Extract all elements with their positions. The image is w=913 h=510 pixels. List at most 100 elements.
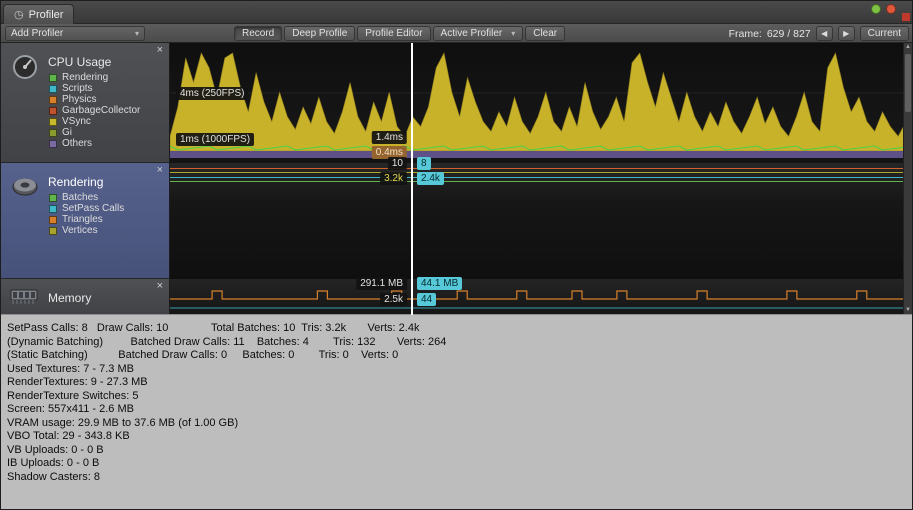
cpu-selected-time-badge: 1.4ms bbox=[371, 131, 407, 144]
window-title: Profiler bbox=[28, 8, 64, 21]
legend-item[interactable]: GarbageCollector bbox=[49, 105, 140, 116]
tab-profiler[interactable]: ◷ Profiler bbox=[3, 4, 75, 24]
stats-panel: SetPass Calls: 8 Draw Calls: 10 Total Ba… bbox=[1, 314, 912, 509]
rendering-chart[interactable] bbox=[170, 163, 904, 280]
cpu-grid-label-bottom: 1ms (1000FPS) bbox=[176, 133, 255, 146]
frame-controls: Frame: 629 / 827 ◀ ▶ Current bbox=[729, 26, 909, 41]
stats-line: (Dynamic Batching) Batched Draw Calls: 1… bbox=[7, 335, 447, 348]
add-profiler-dropdown[interactable]: Add Profiler ▾ bbox=[5, 26, 145, 41]
stats-line: RenderTextures: 9 - 27.3 MB bbox=[7, 376, 148, 388]
legend-label: SetPass Calls bbox=[62, 203, 125, 214]
add-profiler-label: Add Profiler bbox=[11, 28, 64, 39]
rendering-badge-setpass: 8 bbox=[417, 157, 431, 170]
legend-label: Others bbox=[62, 138, 93, 149]
active-profiler-dropdown[interactable]: Active Profiler ▾ bbox=[432, 26, 524, 41]
stats-line: VRAM usage: 29.9 MB to 37.6 MB (of 1.00 … bbox=[7, 416, 239, 429]
close-icon[interactable]: × bbox=[157, 281, 163, 292]
legend-color-swatch[interactable] bbox=[49, 204, 57, 213]
legend-item[interactable]: Vertices bbox=[49, 225, 124, 236]
legend-item[interactable]: Batches bbox=[49, 192, 124, 203]
vertical-scrollbar[interactable]: ▲ ▼ bbox=[903, 43, 912, 315]
stats-line: VB Uploads: 0 - 0 B bbox=[7, 443, 104, 456]
titlebar: ◷ Profiler bbox=[1, 1, 912, 24]
frame-value: 629 / 827 bbox=[766, 27, 811, 40]
legend-item[interactable]: Others bbox=[49, 138, 140, 149]
legend-label: Triangles bbox=[62, 214, 103, 225]
module-sidebar: × CPU Usage Rendering Scripts Physics Garbage… bbox=[1, 43, 170, 315]
clear-button[interactable]: Clear bbox=[525, 26, 566, 41]
legend-color-swatch[interactable] bbox=[49, 226, 57, 235]
scrollbar-thumb[interactable] bbox=[905, 54, 911, 112]
stats-line: Screen: 557x411 - 2.6 MB bbox=[7, 403, 134, 415]
legend-color-swatch[interactable] bbox=[49, 128, 57, 137]
legend-color-swatch[interactable] bbox=[49, 106, 57, 115]
module-legend: Batches SetPass Calls Triangles Vertices bbox=[49, 192, 124, 236]
rendering-badge-tris: 3.2k bbox=[380, 172, 407, 185]
legend-color-swatch[interactable] bbox=[49, 139, 57, 148]
rendering-series-line-setpass-calls bbox=[170, 177, 904, 178]
legend-item[interactable]: Scripts bbox=[49, 83, 140, 94]
legend-color-swatch[interactable] bbox=[49, 193, 57, 202]
stats-line: RenderTexture Switches: 5 bbox=[7, 389, 139, 402]
window-minimize-icon[interactable] bbox=[871, 4, 881, 14]
module-card-rendering[interactable]: × Rendering Batches SetPass Calls Triangles V… bbox=[1, 163, 169, 279]
profile-editor-button[interactable]: Profile Editor bbox=[357, 26, 431, 41]
chevron-down-icon: ▾ bbox=[134, 29, 139, 38]
legend-item[interactable]: Physics bbox=[49, 94, 140, 105]
profiler-main: × CPU Usage Rendering Scripts Physics Garbage… bbox=[1, 43, 912, 316]
close-icon[interactable]: × bbox=[157, 45, 163, 56]
window-close-icon[interactable] bbox=[886, 4, 896, 14]
module-legend: Rendering Scripts Physics GarbageCollector V… bbox=[49, 72, 140, 149]
stats-line: Shadow Casters: 8 bbox=[7, 470, 100, 483]
toolbar: Add Profiler ▾ Record Deep Profile Profi… bbox=[1, 24, 912, 43]
memory-chart[interactable] bbox=[170, 279, 904, 315]
stats-line: SetPass Calls: 8 Draw Calls: 10 Total Ba… bbox=[7, 322, 420, 334]
module-title: Rendering bbox=[48, 175, 104, 189]
active-profiler-label: Active Profiler bbox=[440, 28, 503, 39]
rendering-series-line-triangles bbox=[170, 168, 904, 169]
module-title: Memory bbox=[48, 291, 92, 305]
rendering-badge-drawcalls: 10 bbox=[387, 157, 407, 170]
legend-label: Rendering bbox=[62, 72, 109, 83]
module-card-memory[interactable]: × Memory bbox=[1, 279, 169, 315]
prev-frame-button[interactable]: ◀ bbox=[815, 26, 833, 41]
rendering-series-line-vertices bbox=[170, 172, 904, 173]
legend-item[interactable]: Rendering bbox=[49, 72, 140, 83]
toolbar-button-group: Record Deep Profile Profile Editor Activ… bbox=[234, 26, 566, 41]
legend-label: Gi bbox=[62, 127, 72, 138]
legend-label: Batches bbox=[62, 192, 99, 203]
rendering-series-line-batches bbox=[170, 181, 904, 182]
legend-item[interactable]: VSync bbox=[49, 116, 140, 127]
memory-module-icon bbox=[10, 286, 38, 308]
legend-label: Scripts bbox=[62, 83, 93, 94]
legend-item[interactable]: SetPass Calls bbox=[49, 203, 124, 214]
frame-label: Frame: bbox=[728, 27, 762, 40]
deep-profile-button[interactable]: Deep Profile bbox=[284, 26, 356, 41]
memory-badge-objects: 2.5k bbox=[380, 293, 407, 306]
profiler-clock-icon: ◷ bbox=[14, 9, 24, 21]
legend-color-swatch[interactable] bbox=[49, 215, 57, 224]
legend-label: Physics bbox=[62, 94, 97, 105]
next-frame-button[interactable]: ▶ bbox=[837, 26, 855, 41]
legend-color-swatch[interactable] bbox=[49, 84, 57, 93]
memory-badge-count: 44 bbox=[417, 293, 437, 306]
close-icon[interactable]: × bbox=[157, 165, 163, 176]
record-button[interactable]: Record bbox=[234, 26, 283, 41]
legend-label: VSync bbox=[62, 116, 91, 127]
stats-line: VBO Total: 29 - 343.8 KB bbox=[7, 430, 130, 442]
stats-line: Used Textures: 7 - 7.3 MB bbox=[7, 362, 134, 375]
legend-item[interactable]: Gi bbox=[49, 127, 140, 138]
memory-badge-total: 291.1 MB bbox=[356, 277, 407, 290]
current-frame-marker bbox=[411, 43, 413, 315]
legend-color-swatch[interactable] bbox=[49, 73, 57, 82]
scroll-up-icon[interactable]: ▲ bbox=[904, 43, 912, 52]
cpu-usage-chart[interactable] bbox=[170, 43, 904, 164]
profiler-window: ◷ Profiler Add Profiler ▾ Record Deep Pr… bbox=[0, 0, 913, 510]
module-card-cpu[interactable]: × CPU Usage Rendering Scripts Physics Garbage… bbox=[1, 43, 169, 163]
current-frame-button[interactable]: Current bbox=[859, 26, 909, 41]
legend-color-swatch[interactable] bbox=[49, 117, 57, 126]
chart-area: 4ms (250FPS) 1ms (1000FPS) 1.4ms 0.4ms 1… bbox=[170, 43, 904, 315]
legend-item[interactable]: Triangles bbox=[49, 214, 124, 225]
window-controls bbox=[871, 4, 896, 14]
legend-color-swatch[interactable] bbox=[49, 95, 57, 104]
